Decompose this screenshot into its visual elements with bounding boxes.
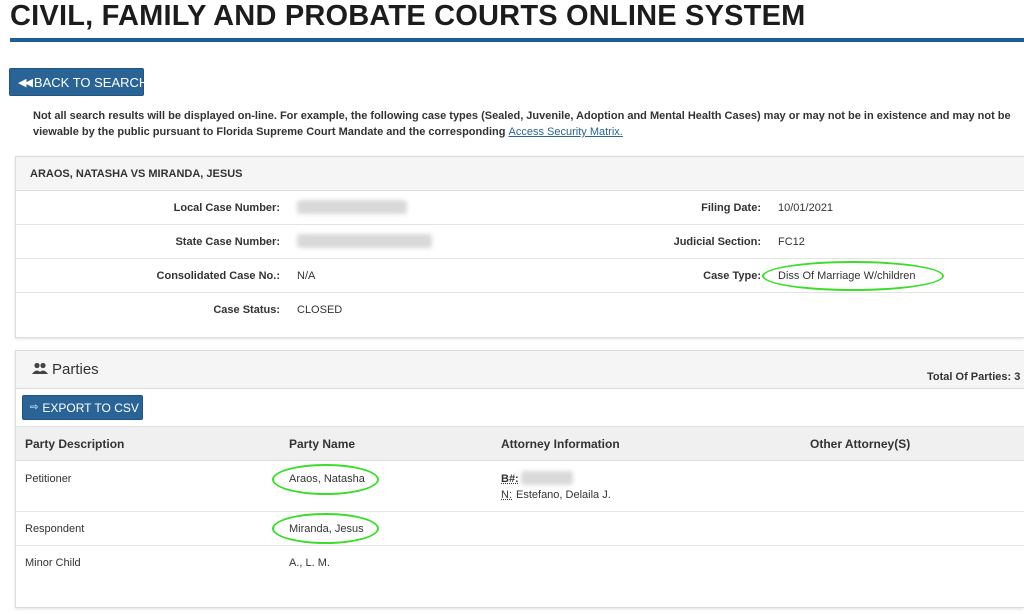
- case-status-value: CLOSED: [297, 304, 343, 316]
- access-security-matrix-link[interactable]: Access Security Matrix.: [509, 126, 623, 138]
- col-other-attorneys: Other Attorney(S): [810, 437, 911, 451]
- judicial-section-value: FC12: [778, 236, 805, 248]
- party-description: Petitioner: [25, 473, 72, 485]
- table-row: Respondent Miranda, Jesus: [16, 512, 1024, 546]
- consolidated-label: Consolidated Case No.:: [156, 270, 280, 282]
- parties-panel: Parties Total Of Parties: 3 ⇨ EXPORT TO …: [15, 350, 1024, 608]
- filing-date-label: Filing Date:: [701, 202, 761, 214]
- col-party-description: Party Description: [25, 437, 125, 451]
- attorney-name: Estefano, Delaila J.: [516, 489, 611, 501]
- parties-table-header: Party Description Party Name Attorney In…: [16, 426, 1024, 461]
- case-title: ARAOS, NATASHA VS MIRANDA, JESUS: [16, 157, 1024, 191]
- case-row-local: Local Case Number: Filing Date: 10/01/20…: [16, 191, 1024, 225]
- parties-header: Parties Total Of Parties: 3: [16, 351, 1024, 389]
- state-case-number-label: State Case Number:: [175, 236, 280, 248]
- local-case-number-label: Local Case Number:: [173, 202, 280, 214]
- party-description: Minor Child: [25, 557, 81, 569]
- col-attorney-information: Attorney Information: [501, 437, 620, 451]
- judicial-section-label: Judicial Section:: [673, 236, 761, 248]
- case-row-state: State Case Number: Judicial Section: FC1…: [16, 225, 1024, 259]
- state-case-number-redacted: [297, 234, 432, 248]
- export-csv-label: EXPORT TO CSV: [42, 400, 139, 415]
- party-name: A., L. M.: [289, 557, 330, 569]
- attorney-name-label: N:: [501, 489, 512, 501]
- bar-number-redacted: [521, 471, 573, 485]
- search-notice: Not all search results will be displayed…: [33, 108, 1024, 140]
- export-csv-button[interactable]: ⇨ EXPORT TO CSV: [22, 395, 143, 420]
- table-row: Minor Child A., L. M.: [16, 546, 1024, 580]
- table-row: Petitioner Araos, Natasha B#: N: Estefan…: [16, 461, 1024, 512]
- parties-heading: Parties: [32, 361, 99, 378]
- filing-date-value: 10/01/2021: [778, 202, 834, 214]
- users-icon: [32, 362, 48, 378]
- parties-title: Parties: [52, 361, 99, 378]
- case-row-status: Case Status: CLOSED: [16, 293, 1024, 327]
- back-to-search-label: BACK TO SEARCH: [33, 74, 149, 90]
- case-type-label: Case Type:: [703, 270, 761, 282]
- title-divider: [10, 38, 1024, 42]
- case-details-panel: ARAOS, NATASHA VS MIRANDA, JESUS Local C…: [15, 156, 1024, 338]
- party-name: Araos, Natasha: [289, 473, 365, 485]
- page-title: CIVIL, FAMILY AND PROBATE COURTS ONLINE …: [10, 0, 806, 32]
- case-type-value: Diss Of Marriage W/children: [778, 270, 916, 282]
- party-description: Respondent: [25, 523, 85, 535]
- bar-number-label: B#:: [501, 473, 519, 485]
- case-status-label: Case Status:: [213, 304, 280, 316]
- case-row-consolidated: Consolidated Case No.: N/A Case Type: Di…: [16, 259, 1024, 293]
- consolidated-value: N/A: [297, 270, 316, 282]
- total-parties: Total Of Parties: 3: [927, 371, 1021, 383]
- double-left-arrow-icon: ◀◀: [18, 76, 33, 89]
- local-case-number-redacted: [297, 200, 407, 214]
- back-to-search-button[interactable]: ◀◀ BACK TO SEARCH: [9, 68, 148, 96]
- party-name: Miranda, Jesus: [289, 523, 364, 535]
- export-icon: ⇨: [30, 402, 39, 413]
- col-party-name: Party Name: [289, 437, 356, 451]
